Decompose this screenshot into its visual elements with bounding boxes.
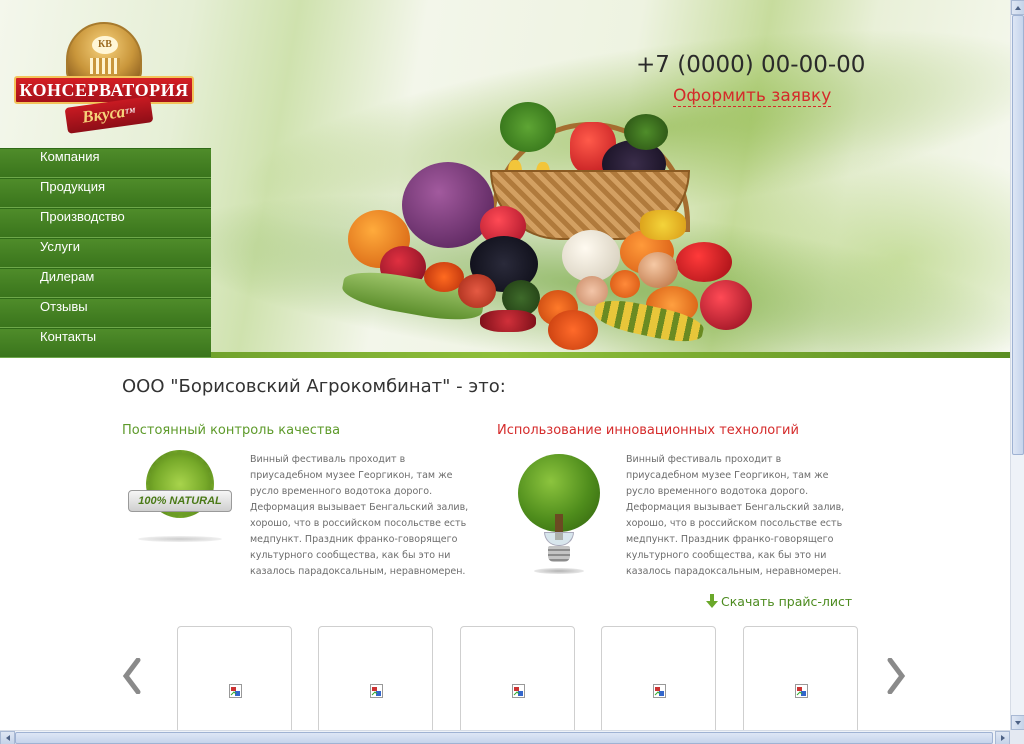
scroll-left-button[interactable]	[0, 731, 15, 744]
scroll-right-button[interactable]	[995, 731, 1010, 744]
bulb-screw	[548, 546, 570, 562]
page-title: ООО "Борисовский Агрокомбинат" - это:	[122, 376, 506, 397]
broken-image-icon	[229, 684, 242, 698]
carousel-thumb[interactable]	[743, 626, 858, 736]
scroll-down-button[interactable]	[1011, 715, 1024, 730]
broken-image-icon	[795, 684, 808, 698]
natural-badge-icon: 100% NATURAL	[128, 450, 232, 542]
yellow-squash	[640, 210, 686, 240]
carousel-thumb[interactable]	[177, 626, 292, 736]
feature-title-innovation: Использование инновационных технологий	[497, 423, 799, 438]
broccoli	[624, 114, 668, 150]
apple	[700, 280, 752, 330]
red-onions	[480, 310, 536, 332]
nav-item-company[interactable]: Компания	[0, 148, 211, 178]
carousel-thumb[interactable]	[460, 626, 575, 736]
apple	[458, 274, 496, 308]
download-price-list-link[interactable]: Скачать прайс-лист	[706, 592, 852, 609]
logo-columns-icon	[90, 58, 120, 74]
phone-number: +7 (0000) 00-00-00	[636, 52, 866, 78]
chevron-left-icon	[6, 735, 10, 741]
broken-image-icon	[370, 684, 383, 698]
tree-bulb-icon	[514, 454, 604, 578]
download-arrow-icon	[706, 594, 718, 608]
nav-item-dealers[interactable]: Дилерам	[0, 268, 211, 298]
vertical-scroll-thumb[interactable]	[1012, 15, 1024, 455]
price-list-label: Скачать прайс-лист	[721, 594, 853, 609]
nav-item-contacts[interactable]: Контакты	[0, 328, 211, 358]
logo-medal-icon: КВ	[66, 22, 142, 82]
bulb-glass	[544, 532, 574, 546]
nav-item-production[interactable]: Производство	[0, 208, 211, 238]
nav-item-reviews[interactable]: Отзывы	[0, 298, 211, 328]
feature-title-quality: Постоянный контроль качества	[122, 423, 341, 438]
order-request-link[interactable]: Оформить заявку	[673, 86, 832, 107]
logo-monogram: КВ	[92, 36, 118, 54]
chevron-right-icon	[1001, 735, 1005, 741]
carousel-prev-icon[interactable]	[122, 658, 142, 694]
vegetables-basket-image	[339, 100, 760, 356]
chevron-up-icon	[1015, 6, 1021, 10]
logo-trademark: TM	[124, 106, 136, 116]
horizontal-scroll-thumb[interactable]	[15, 732, 993, 744]
red-cabbage	[402, 162, 494, 248]
orange-pumpkin	[548, 310, 598, 350]
bulb-shadow	[534, 568, 584, 574]
logo-script-text: Вкуса	[80, 101, 127, 127]
red-peppers	[676, 242, 732, 282]
vertical-scrollbar[interactable]	[1010, 0, 1024, 730]
feature-text-quality: Винный фестиваль проходит в приусадебном…	[250, 454, 469, 577]
scroll-up-button[interactable]	[1011, 0, 1024, 15]
mini-pumpkin	[610, 270, 640, 298]
logo-name: КОНСЕРВАТОРИЯ	[14, 76, 194, 104]
broken-image-icon	[512, 684, 525, 698]
white-pumpkin	[562, 230, 620, 282]
carousel-thumb[interactable]	[601, 626, 716, 736]
horizontal-scrollbar[interactable]	[0, 730, 1010, 744]
lettuce	[500, 102, 556, 152]
carousel-thumb[interactable]	[318, 626, 433, 736]
main-nav: Компания Продукция Производство Услуги Д…	[0, 148, 211, 358]
carousel-next-icon[interactable]	[886, 658, 906, 694]
nav-item-products[interactable]: Продукция	[0, 178, 211, 208]
scrollbar-corner	[1010, 730, 1024, 744]
onion	[638, 252, 678, 288]
brand-logo[interactable]: КВ КОНСЕРВАТОРИЯ ВкусаTM	[14, 22, 194, 134]
feature-text-innovation: Винный фестиваль проходит в приусадебном…	[626, 454, 845, 577]
badge-shadow	[138, 536, 222, 542]
nav-item-services[interactable]: Услуги	[0, 238, 211, 268]
chevron-down-icon	[1015, 721, 1021, 725]
badge-ribbon: 100% NATURAL	[128, 490, 232, 512]
broken-image-icon	[653, 684, 666, 698]
